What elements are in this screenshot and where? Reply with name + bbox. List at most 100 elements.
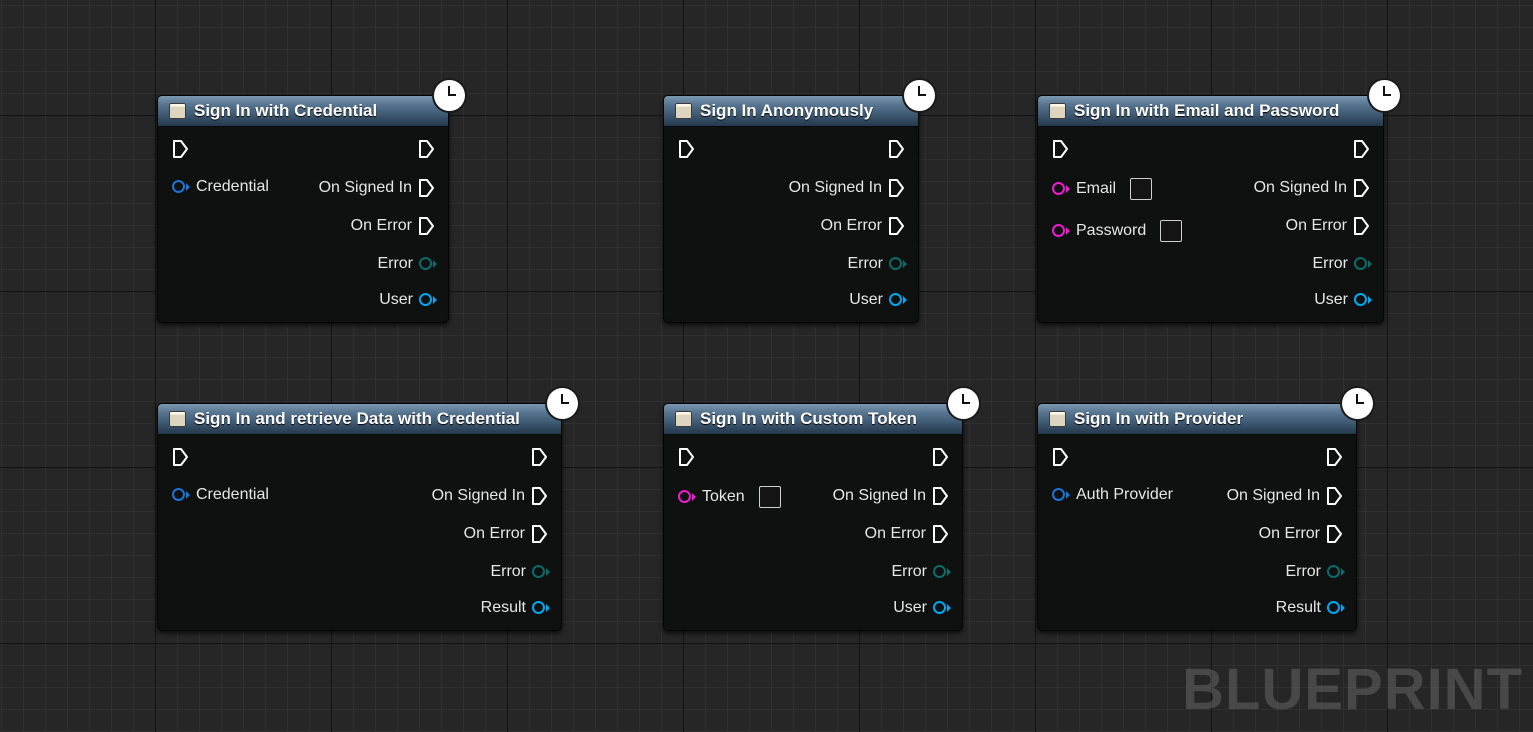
exec-pin-icon	[1353, 139, 1370, 159]
output-pin-on-error[interactable]: On Error	[865, 522, 949, 546]
exec-pin-icon	[531, 486, 548, 506]
exec-input-pin[interactable]	[172, 445, 189, 469]
email-value-field[interactable]	[1130, 178, 1153, 200]
struct-pin-icon	[1327, 564, 1345, 580]
password-value-field[interactable]	[1160, 220, 1183, 242]
output-pin-error[interactable]: Error	[490, 560, 550, 584]
token-value-field[interactable]	[758, 486, 781, 508]
input-pin-token[interactable]: Token	[678, 485, 781, 509]
output-pin-user[interactable]: User	[1314, 288, 1372, 312]
node-header[interactable]: Sign In with Provider	[1038, 404, 1356, 435]
exec-input-pin[interactable]	[1052, 445, 1069, 469]
node-sign-in-anonymously[interactable]: Sign In Anonymously On Signed In On Erro…	[663, 80, 935, 323]
pin-label: Credential	[196, 486, 269, 503]
exec-input-pin[interactable]	[678, 137, 695, 161]
output-pin-result[interactable]: Result	[480, 596, 550, 620]
node-header[interactable]: Sign In Anonymously	[664, 96, 918, 127]
output-pin-on-error[interactable]: On Error	[1286, 214, 1370, 238]
output-pin-result[interactable]: Result	[1276, 596, 1345, 620]
pin-label: User	[893, 599, 927, 616]
function-icon	[169, 411, 186, 427]
function-icon	[169, 103, 186, 119]
exec-pin-icon	[531, 524, 548, 544]
input-pin-auth-provider[interactable]: Auth Provider	[1052, 483, 1173, 507]
output-pin-user[interactable]: User	[849, 288, 907, 312]
output-pin-on-signed-in[interactable]: On Signed In	[1227, 484, 1343, 508]
output-pin-on-error[interactable]: On Error	[464, 522, 548, 546]
clock-icon	[1342, 388, 1373, 419]
node-title: Sign In with Email and Password	[1074, 101, 1340, 120]
output-pin-error[interactable]: Error	[847, 252, 907, 276]
exec-pin-icon	[678, 447, 695, 467]
exec-output-pin[interactable]	[1353, 137, 1370, 161]
object-pin-icon	[933, 600, 951, 616]
pin-label: Error	[1285, 563, 1321, 580]
node-sign-in-with-custom-token[interactable]: Sign In with Custom Token Token On Signe…	[663, 388, 979, 631]
node-header[interactable]: Sign In and retrieve Data with Credentia…	[158, 404, 561, 435]
pin-label: On Error	[1258, 525, 1320, 542]
node-title: Sign In and retrieve Data with Credentia…	[194, 409, 520, 428]
string-pin-icon	[1052, 223, 1070, 239]
output-pin-user[interactable]: User	[379, 288, 437, 312]
node-sign-in-with-provider[interactable]: Sign In with Provider Auth Provider On S…	[1037, 388, 1373, 631]
exec-pin-icon	[888, 139, 905, 159]
blueprint-watermark: BLUEPRINT	[1182, 657, 1523, 722]
pin-label: User	[379, 291, 413, 308]
node-sign-in-and-retrieve-data-with-credential[interactable]: Sign In and retrieve Data with Credentia…	[157, 388, 578, 631]
clock-icon	[948, 388, 979, 419]
exec-output-pin[interactable]	[888, 137, 905, 161]
function-icon	[1049, 103, 1066, 119]
exec-input-pin[interactable]	[678, 445, 695, 469]
object-pin-icon	[532, 600, 550, 616]
exec-output-pin[interactable]	[418, 137, 435, 161]
exec-input-pin[interactable]	[172, 137, 189, 161]
output-pin-error[interactable]: Error	[1312, 252, 1372, 276]
struct-pin-icon	[419, 256, 437, 272]
node-header[interactable]: Sign In with Email and Password	[1038, 96, 1383, 127]
struct-pin-icon	[172, 179, 190, 195]
output-pin-on-error[interactable]: On Error	[1259, 522, 1343, 546]
input-pin-credential[interactable]: Credential	[172, 483, 269, 507]
node-header[interactable]: Sign In with Custom Token	[664, 404, 962, 435]
output-pin-on-signed-in[interactable]: On Signed In	[319, 176, 435, 200]
output-pin-error[interactable]: Error	[377, 252, 437, 276]
exec-input-pin[interactable]	[1052, 137, 1069, 161]
pin-label: Error	[847, 255, 883, 272]
input-pin-email[interactable]: Email	[1052, 177, 1153, 201]
output-pin-on-signed-in[interactable]: On Signed In	[432, 484, 548, 508]
input-pin-password[interactable]: Password	[1052, 219, 1183, 243]
node-header[interactable]: Sign In with Credential	[158, 96, 448, 127]
pin-label: On Signed In	[1226, 487, 1320, 504]
node-sign-in-with-email-and-password[interactable]: Sign In with Email and Password Email Pa…	[1037, 80, 1400, 323]
exec-output-pin[interactable]	[1326, 445, 1343, 469]
exec-pin-icon	[1353, 178, 1370, 198]
output-pin-on-signed-in[interactable]: On Signed In	[789, 176, 905, 200]
node-title: Sign In Anonymously	[700, 101, 874, 120]
exec-output-pin[interactable]	[932, 445, 949, 469]
output-pin-user[interactable]: User	[893, 596, 951, 620]
exec-pin-icon	[418, 216, 435, 236]
clock-icon	[904, 80, 935, 111]
pin-label: On Error	[350, 217, 412, 234]
clock-icon	[434, 80, 465, 111]
output-pin-on-signed-in[interactable]: On Signed In	[833, 484, 949, 508]
function-icon	[675, 103, 692, 119]
output-pin-error[interactable]: Error	[1285, 560, 1345, 584]
output-pin-on-error[interactable]: On Error	[351, 214, 435, 238]
exec-pin-icon	[1326, 447, 1343, 467]
pin-label: Result	[480, 599, 526, 616]
exec-pin-icon	[888, 216, 905, 236]
exec-pin-icon	[531, 447, 548, 467]
output-pin-on-signed-in[interactable]: On Signed In	[1254, 176, 1370, 200]
clock-icon	[1369, 80, 1400, 111]
pin-label: On Signed In	[1253, 179, 1347, 196]
struct-pin-icon	[1052, 487, 1070, 503]
output-pin-error[interactable]: Error	[891, 560, 951, 584]
input-pin-credential[interactable]: Credential	[172, 175, 269, 199]
struct-pin-icon	[933, 564, 951, 580]
clock-icon	[547, 388, 578, 419]
output-pin-on-error[interactable]: On Error	[821, 214, 905, 238]
node-sign-in-with-credential[interactable]: Sign In with Credential Credential On Si…	[157, 80, 465, 323]
exec-output-pin[interactable]	[531, 445, 548, 469]
exec-pin-icon	[888, 178, 905, 198]
